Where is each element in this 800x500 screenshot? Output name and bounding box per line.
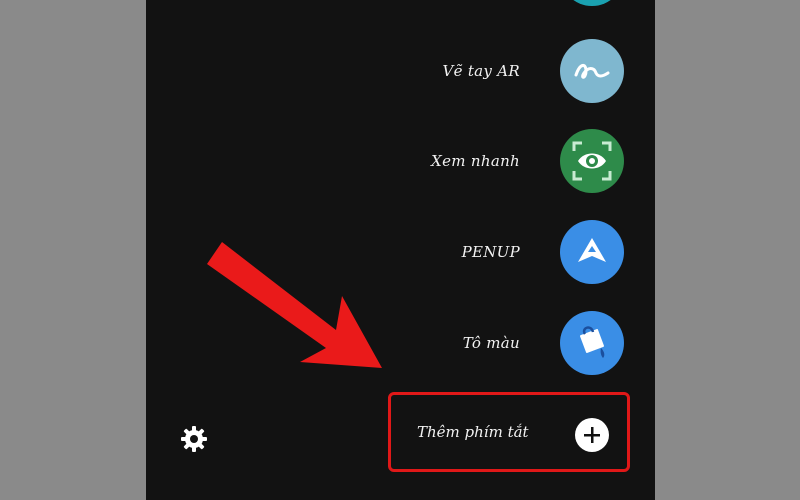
paint-bucket-icon[interactable] bbox=[560, 311, 624, 375]
plus-icon bbox=[584, 427, 600, 443]
gear-icon bbox=[181, 426, 207, 452]
shortcut-label: Vẽ tay AR bbox=[442, 62, 520, 80]
shortcut-label: PENUP bbox=[461, 243, 520, 261]
shortcut-penup[interactable]: PENUP bbox=[420, 220, 624, 284]
shortcut-xem-nhanh[interactable]: Xem nhanh bbox=[420, 129, 624, 193]
squiggle-icon[interactable] bbox=[560, 39, 624, 103]
penup-icon[interactable] bbox=[560, 220, 624, 284]
settings-button[interactable] bbox=[180, 425, 208, 453]
shortcut-label: Tô màu bbox=[462, 334, 520, 352]
partial-shortcut-icon[interactable] bbox=[560, 0, 624, 6]
add-shortcut-label: Thêm phím tắt bbox=[417, 423, 529, 441]
add-shortcut-row[interactable]: Thêm phím tắt bbox=[388, 392, 630, 472]
shortcut-to-mau[interactable]: Tô màu bbox=[420, 311, 624, 375]
add-shortcut-button[interactable] bbox=[575, 418, 609, 452]
shortcut-ve-tay-ar[interactable]: Vẽ tay AR bbox=[420, 39, 624, 103]
eye-scan-icon[interactable] bbox=[560, 129, 624, 193]
shortcut-label: Xem nhanh bbox=[431, 152, 520, 170]
